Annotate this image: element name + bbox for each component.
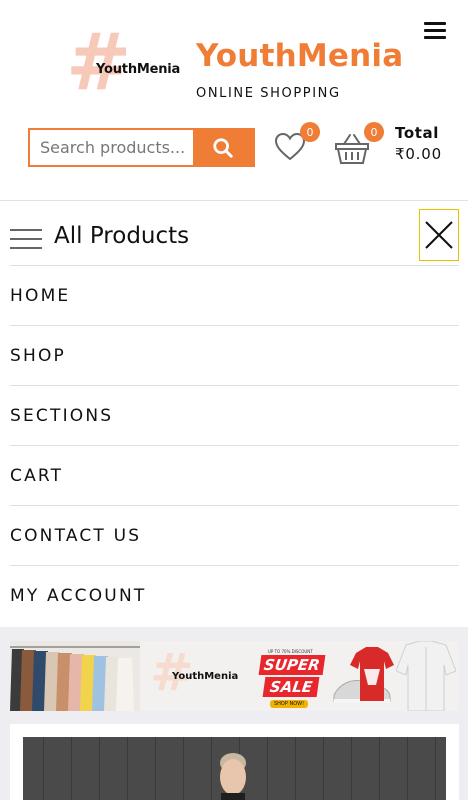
sale-fine-print: UP TO 70% DISCOUNT	[268, 649, 313, 654]
close-icon	[425, 221, 453, 249]
menu-item-my-account[interactable]: MY ACCOUNT	[10, 566, 459, 626]
menu-item-home[interactable]: HOME	[10, 266, 459, 326]
tshirt-image	[350, 647, 394, 701]
product-card[interactable]	[10, 724, 459, 800]
menu-item-cart[interactable]: CART	[10, 446, 459, 506]
logo-text: YouthMenia	[96, 62, 181, 77]
mobile-menu: All Products HOME SHOP SECTIONS CART CON…	[0, 201, 468, 627]
menu-header: All Products	[10, 209, 459, 266]
search-button[interactable]	[193, 130, 253, 165]
menu-item-sections[interactable]: SECTIONS	[10, 386, 459, 446]
cart-total-value: ₹0.00	[395, 145, 442, 163]
product-image	[23, 737, 446, 800]
menu-item-shop[interactable]: SHOP	[10, 326, 459, 386]
search-bar	[28, 128, 255, 167]
banner-logo-text: YouthMenia	[172, 671, 239, 682]
menu-title: All Products	[54, 223, 190, 249]
search-icon	[213, 137, 233, 158]
logo[interactable]: # YouthMenia	[66, 24, 186, 104]
site-header: # YouthMenia YouthMenia ONLINE SHOPPING …	[0, 0, 468, 200]
clothing-rack-image	[10, 641, 140, 711]
menu-lines-icon	[10, 229, 42, 251]
wishlist-button[interactable]: 0	[272, 122, 320, 166]
menu-list: HOME SHOP SECTIONS CART CONTACT US MY AC…	[10, 266, 459, 626]
cart-count-badge: 0	[364, 122, 384, 142]
close-menu-button[interactable]	[419, 209, 459, 261]
menu-toggle-icon[interactable]	[424, 22, 446, 40]
menu-item-contact-us[interactable]: CONTACT US	[10, 506, 459, 566]
sale-sale-text: SALE	[262, 677, 320, 697]
shop-now-button[interactable]: SHOP NOW!	[270, 700, 309, 708]
model-photo	[220, 753, 246, 800]
shirt-image	[396, 641, 456, 711]
brand-tagline: ONLINE SHOPPING	[196, 86, 341, 101]
cart-total-label: Total	[395, 124, 439, 142]
super-sale-badge: UP TO 70% DISCOUNT SUPER SALE SHOP NOW!	[256, 645, 330, 708]
promo-banner[interactable]: # YouthMenia UP TO 70% DISCOUNT SUPER SA…	[10, 641, 459, 711]
cart-button[interactable]: 0	[334, 122, 386, 168]
sale-super-text: SUPER	[258, 655, 326, 675]
search-input[interactable]	[30, 130, 193, 165]
wishlist-count-badge: 0	[300, 122, 320, 142]
brand-name[interactable]: YouthMenia	[196, 38, 403, 74]
